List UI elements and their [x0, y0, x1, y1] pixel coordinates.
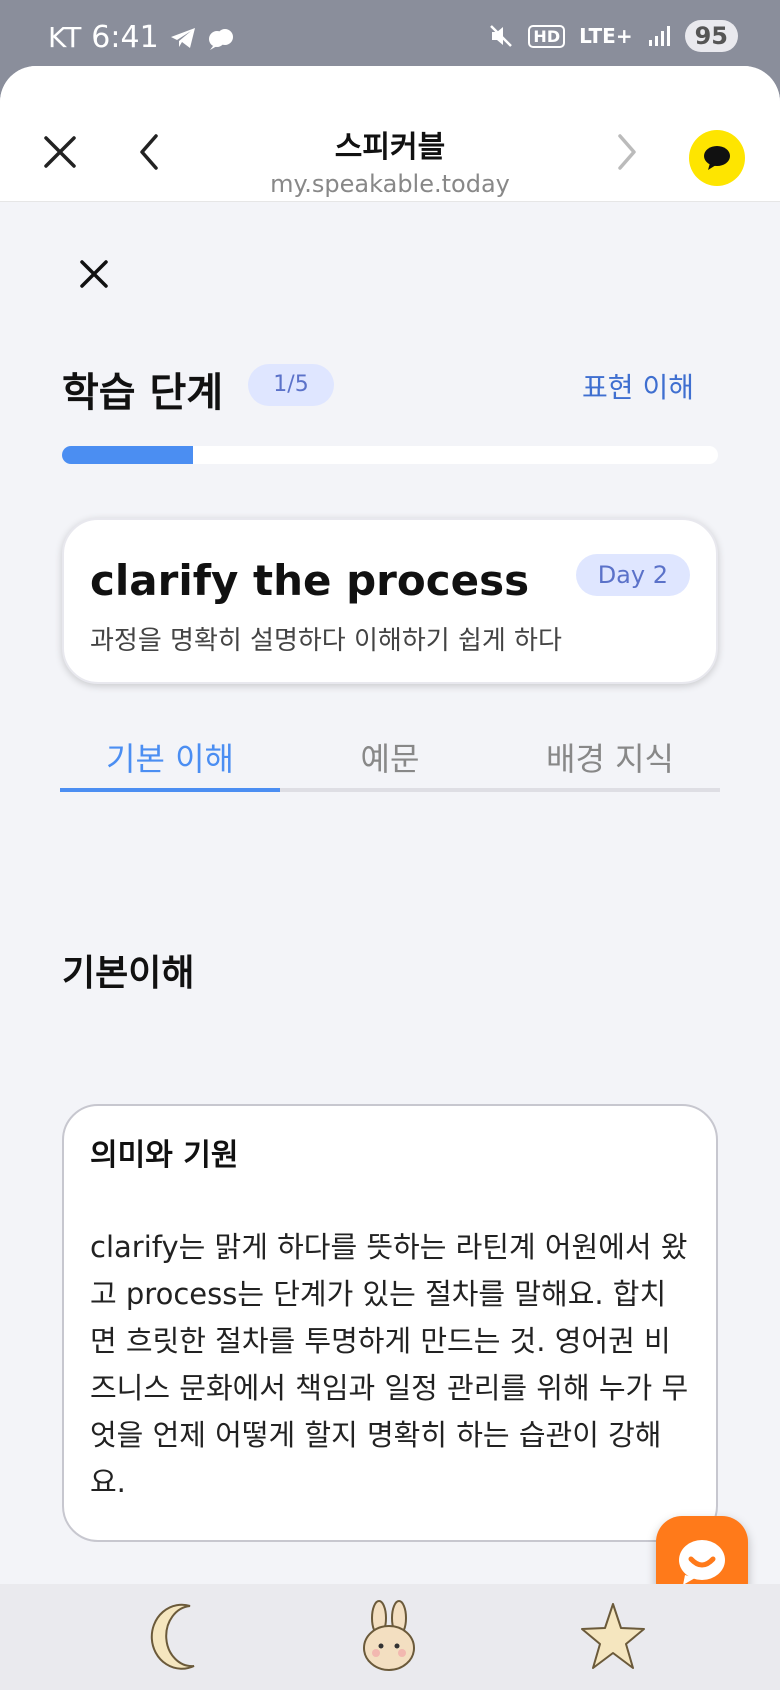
speech-bubble-icon [704, 146, 730, 170]
hd-icon: HD [528, 24, 566, 48]
network-label: LTE+ [579, 24, 633, 48]
tab-background[interactable]: 배경 지식 [500, 734, 720, 780]
signal-icon [648, 26, 670, 46]
site-url: my.speakable.today [270, 170, 510, 198]
clock: 6:41 [91, 20, 159, 55]
tab-bar: 기본 이해 예문 배경 지식 [60, 734, 720, 792]
status-bar: KT 6:41 HD LTE+ 95 [0, 0, 780, 72]
battery-level: 95 [684, 20, 738, 52]
bottom-nav [0, 1584, 780, 1690]
cloud-icon [208, 28, 233, 50]
mute-icon [490, 25, 513, 47]
browser-header: 스피커블 my.speakable.today [0, 66, 780, 202]
tab-basic[interactable]: 기본 이해 [60, 734, 280, 780]
rabbit-icon[interactable] [354, 1598, 424, 1674]
back-icon[interactable] [128, 130, 172, 174]
main-content: 학습 단계 1/5 표현 이해 clarify the process Day … [28, 204, 752, 1584]
close-icon[interactable] [38, 130, 82, 174]
site-name: 스피커블 [334, 130, 446, 165]
info-box-body: clarify는 맑게 하다를 뜻하는 라틴계 어원에서 왔고 process는… [90, 1230, 689, 1499]
progress-fill [62, 446, 194, 464]
forward-icon[interactable] [604, 130, 648, 174]
chat-smile-icon [679, 1540, 725, 1585]
expression-card: clarify the process Day 2 과정을 명확히 설명하다 이… [62, 518, 718, 684]
info-box: 의미와 기원 clarify는 맑게 하다를 뜻하는 라틴계 어원에서 왔고 p… [62, 1104, 718, 1542]
section-title: 기본이해 [62, 953, 195, 994]
expression-text: clarify the process [90, 556, 530, 605]
bottom-sheet: 스피커블 my.speakable.today 학습 단계 1/5 표현 이해 … [0, 66, 780, 1690]
star-icon[interactable] [578, 1598, 648, 1674]
day-badge: Day 2 [575, 554, 690, 596]
info-box-title: 의미와 기원 [90, 1138, 239, 1173]
step-name: 표현 이해 [582, 371, 694, 404]
tab-examples[interactable]: 예문 [280, 734, 500, 780]
step-title: 학습 단계 [62, 370, 224, 416]
tab-indicator [60, 788, 280, 792]
telegram-icon [170, 27, 195, 48]
moon-icon[interactable] [142, 1598, 212, 1674]
carrier-label: KT [48, 21, 82, 54]
progress-bar [62, 446, 718, 464]
step-badge: 1/5 [248, 364, 334, 406]
expression-meaning: 과정을 명확히 설명하다 이해하기 쉽게 하다 [90, 626, 562, 656]
page-close-icon[interactable] [76, 256, 112, 292]
kakao-chat-button[interactable] [689, 130, 745, 186]
page-title: 스피커블 my.speakable.today [240, 122, 540, 198]
